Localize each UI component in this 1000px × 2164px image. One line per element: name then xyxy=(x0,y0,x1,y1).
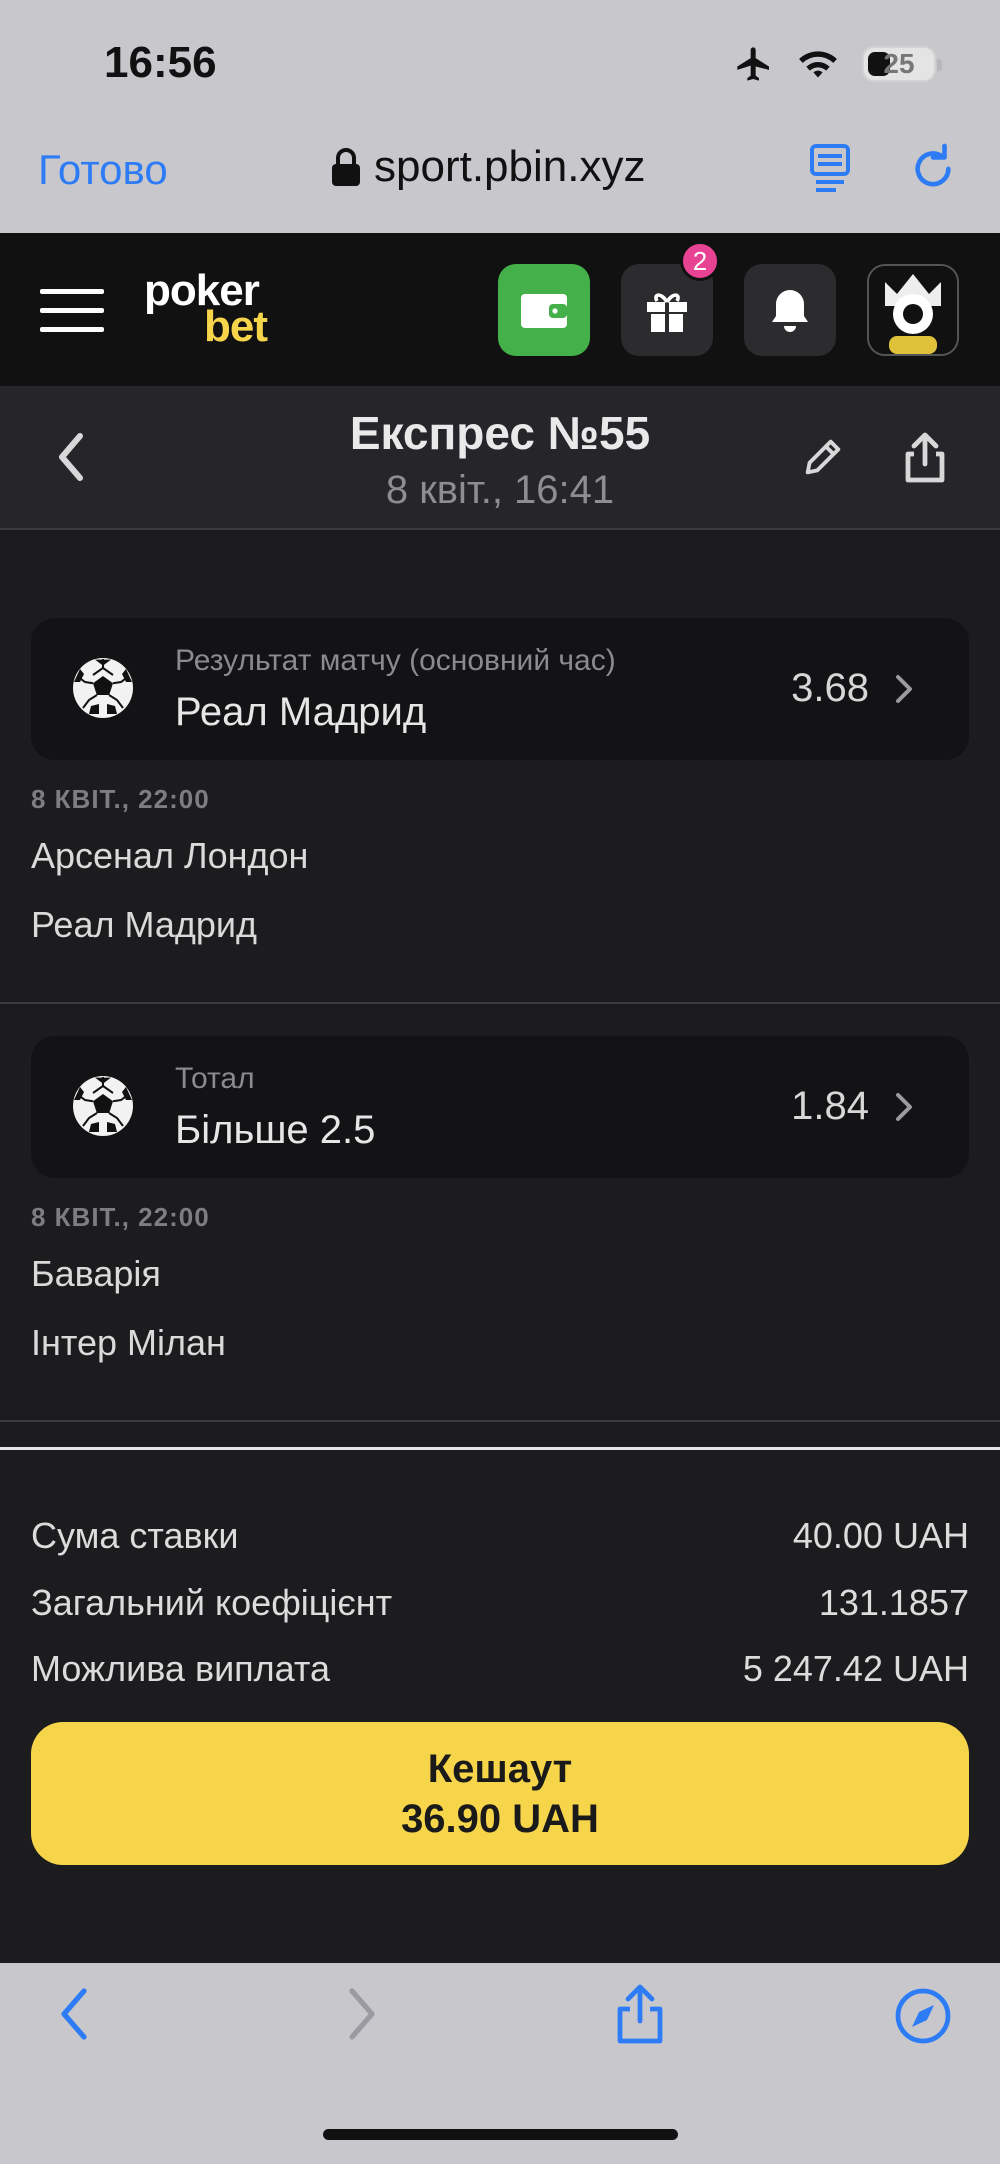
compass-icon xyxy=(895,1988,951,2044)
cashout-button[interactable]: Кешаут 36.90 UAH xyxy=(31,1722,969,1865)
stake-label: Сума ставки xyxy=(31,1515,239,1556)
soccer-ball-icon xyxy=(73,658,133,718)
market-name: Тотал xyxy=(175,1062,255,1095)
browser-forward-button[interactable] xyxy=(346,1987,378,2046)
bell-icon xyxy=(772,290,808,332)
payout-value: 5 247.42 UAH xyxy=(742,1648,969,1689)
team-away: Реал Мадрид xyxy=(31,904,258,945)
stake-row: Сума ставки 40.00 UAH xyxy=(31,1515,969,1557)
payout-row: Можлива виплата 5 247.42 UAH xyxy=(31,1648,969,1690)
selection-name: Реал Мадрид xyxy=(175,690,427,734)
status-time: 16:56 xyxy=(104,38,217,87)
gift-icon xyxy=(647,293,687,332)
home-indicator xyxy=(323,2129,678,2140)
page-title-bar: Експрес №55 8 квіт., 16:41 xyxy=(0,386,1000,530)
team-home: Арсенал Лондон xyxy=(31,835,309,876)
chevron-right-icon xyxy=(349,1988,375,2040)
wallet-icon xyxy=(521,294,567,328)
menu-button[interactable] xyxy=(40,289,104,333)
coefficient-label: Загальний коефіцієнт xyxy=(31,1582,393,1623)
status-icons: 25 xyxy=(734,44,942,84)
wifi-icon xyxy=(799,51,837,78)
menu-icon-bar xyxy=(40,289,104,294)
selection-name: Більше 2.5 xyxy=(175,1108,376,1152)
open-in-safari-button[interactable] xyxy=(894,1987,952,2050)
market-name: Результат матчу (основний час) xyxy=(175,644,616,677)
coefficient-value: 131.1857 xyxy=(818,1582,969,1623)
airplane-icon xyxy=(737,47,769,81)
pokerbet-logo[interactable]: poker bet xyxy=(144,269,268,349)
soccer-ball-icon xyxy=(73,1076,133,1136)
reload-button[interactable] xyxy=(910,142,956,197)
url-field[interactable]: sport.pbin.xyz xyxy=(332,142,645,192)
chevron-left-icon xyxy=(61,1988,87,2040)
menu-icon-bar xyxy=(40,327,104,332)
coefficient-row: Загальний коефіцієнт 131.1857 xyxy=(31,1582,969,1624)
share-icon xyxy=(905,432,945,483)
cashout-label: Кешаут xyxy=(427,1746,573,1791)
bet-selection-card[interactable]: Результат матчу (основний час) Реал Мадр… xyxy=(31,618,969,760)
bet-item: Результат матчу (основний час) Реал Мадр… xyxy=(0,532,1000,1004)
chevron-right-icon xyxy=(896,675,912,703)
done-button[interactable]: Готово xyxy=(38,146,168,194)
team-away: Інтер Мілан xyxy=(31,1322,226,1363)
reader-button[interactable] xyxy=(808,142,852,197)
reader-icon xyxy=(810,144,850,192)
event-date: 8 КВІТ., 22:00 xyxy=(31,784,210,814)
odds-value: 3.68 xyxy=(791,666,869,710)
bet-selection-card[interactable]: Тотал Більше 2.5 1.84 xyxy=(31,1036,969,1178)
summary-divider xyxy=(0,1447,1000,1450)
app-header: poker bet xyxy=(0,233,1000,386)
url-text: sport.pbin.xyz xyxy=(374,142,646,191)
avatar-icon xyxy=(869,266,957,354)
gift-count-badge: 2 xyxy=(680,241,720,281)
browser-back-button[interactable] xyxy=(58,1987,90,2046)
share-icon xyxy=(617,1984,663,2044)
event-date: 8 КВІТ., 22:00 xyxy=(31,1202,210,1232)
notifications-button[interactable] xyxy=(744,264,836,356)
safari-address-bar: Готово sport.pbin.xyz xyxy=(0,130,1000,210)
team-home: Баварія xyxy=(31,1253,161,1294)
profile-avatar[interactable] xyxy=(867,264,959,356)
chevron-right-icon xyxy=(896,1093,912,1121)
payout-label: Можлива виплата xyxy=(31,1648,331,1689)
stake-value: 40.00 UAH xyxy=(792,1515,969,1556)
page-subtitle: 8 квіт., 16:41 xyxy=(385,468,615,512)
menu-icon-bar xyxy=(40,308,104,313)
battery-indicator: 25 xyxy=(862,46,942,82)
page-title: Експрес №55 xyxy=(349,407,651,459)
lock-icon xyxy=(332,148,360,186)
edit-button[interactable] xyxy=(800,434,846,485)
wallet-button[interactable] xyxy=(498,264,590,356)
cashout-amount: 36.90 UAH xyxy=(401,1796,599,1841)
reload-icon xyxy=(915,143,951,187)
odds-value: 1.84 xyxy=(791,1084,869,1128)
battery-level: 25 xyxy=(883,48,915,79)
bet-item: Тотал Більше 2.5 1.84 8 КВІТ., 22:00 Бав… xyxy=(0,1004,1000,1422)
browser-share-button[interactable] xyxy=(614,1983,666,2050)
share-button[interactable] xyxy=(902,432,948,489)
pencil-icon xyxy=(805,439,841,475)
top-browser-chrome: 16:56 25 Готово sport.pbin.xyz xyxy=(0,0,1000,233)
